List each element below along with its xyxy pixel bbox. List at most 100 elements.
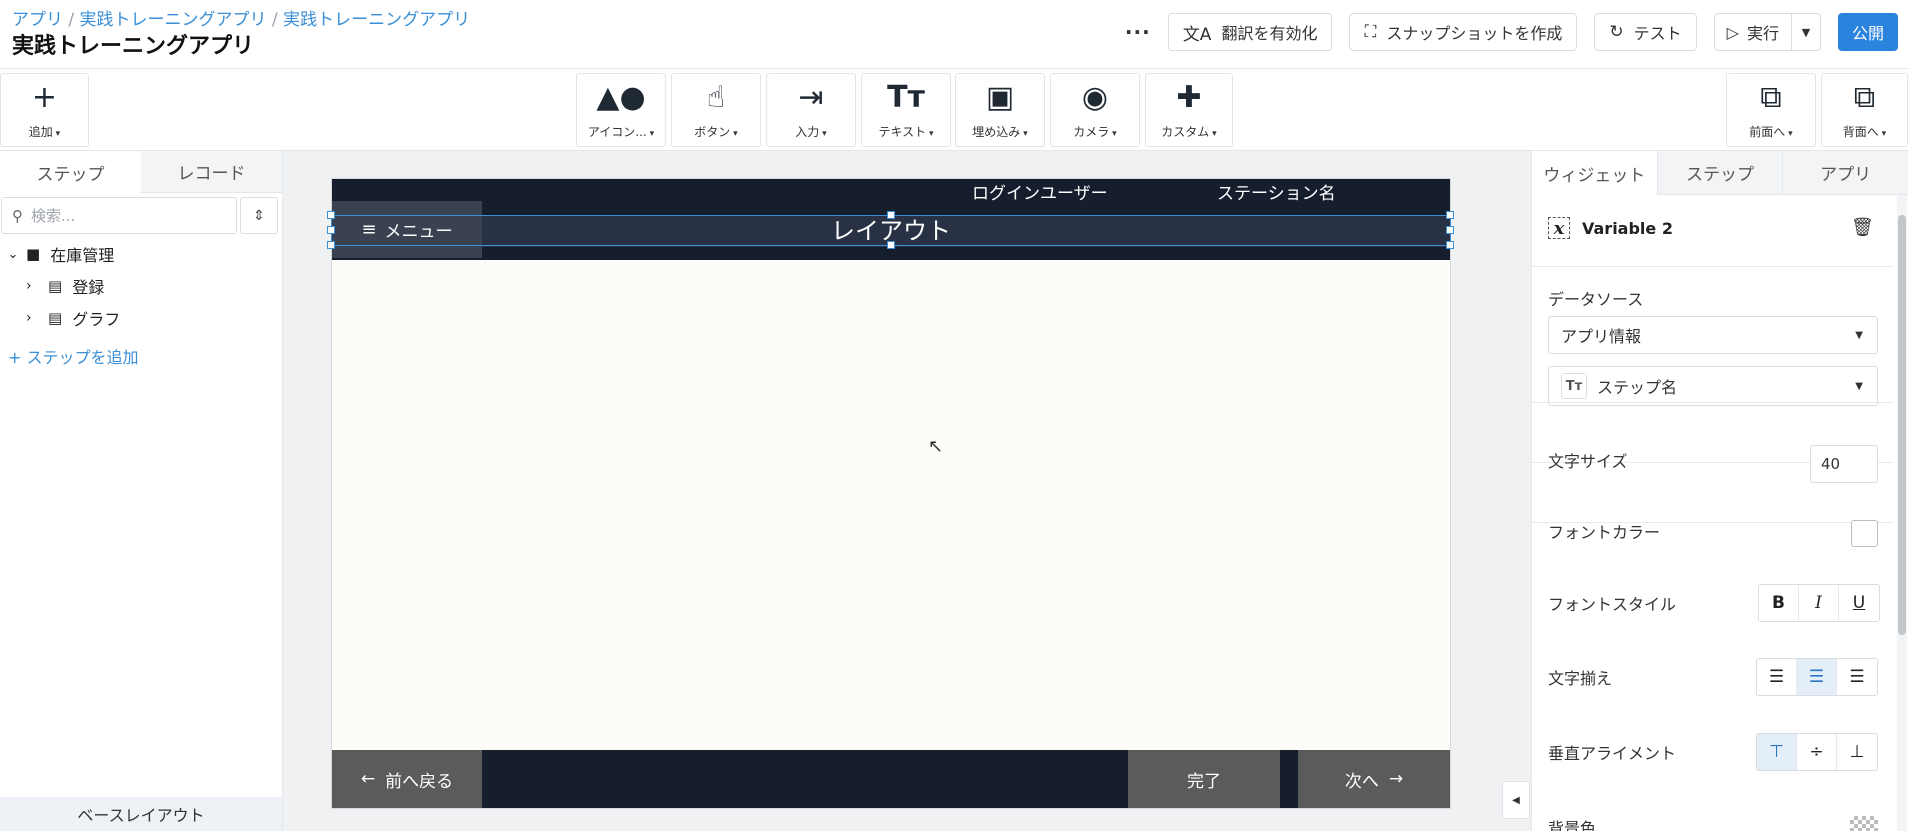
collapse-panel-button[interactable]: ◀ xyxy=(1502,781,1530,819)
prev-label: 前へ戻る xyxy=(385,771,454,792)
send-to-back-button[interactable]: ⧉ 背面へ xyxy=(1821,73,1908,147)
tree-step-register[interactable]: › ▤ 登録 xyxy=(26,272,104,300)
translate-button[interactable]: 文A 翻訳を有効化 xyxy=(1167,13,1333,51)
prev-button[interactable]: ← 前へ戻る xyxy=(332,750,482,808)
tool-embed-label: 埋め込み xyxy=(972,123,1027,140)
chevron-right-icon: › xyxy=(26,278,32,294)
variable-icon: x xyxy=(1548,217,1570,239)
left-panel: ステップ レコード ⚲ ⇕ ⌄ ■ 在庫管理 › ▤ 登録 › ▤ グラフ + … xyxy=(0,151,283,831)
add-widget-button[interactable]: + 追加 xyxy=(0,73,89,147)
valign-bottom-button[interactable]: ⊥ xyxy=(1837,734,1877,770)
resize-handle[interactable] xyxy=(327,211,335,219)
field-select[interactable]: Tт ステップ名 ▼ xyxy=(1548,366,1878,406)
trash-icon[interactable]: 🗑 xyxy=(1851,217,1874,238)
tree-folder[interactable]: ⌄ ■ 在庫管理 xyxy=(0,240,115,268)
font-style-label: フォントスタイル xyxy=(1548,595,1677,614)
run-label: 実行 xyxy=(1746,24,1779,43)
text-type-icon: Tт xyxy=(1561,373,1587,399)
bring-to-front-button[interactable]: ⧉ 前面へ xyxy=(1726,73,1816,147)
sort-toggle-button[interactable]: ⇕ xyxy=(240,197,278,234)
field-value: ステップ名 xyxy=(1597,378,1678,397)
align-center-button[interactable]: ☰ xyxy=(1797,659,1837,695)
add-step-label: ステップを追加 xyxy=(26,348,139,367)
step-label: グラフ xyxy=(72,310,121,329)
right-panel: ウィジェット ステップ アプリ x Variable 2 🗑 データソース アプ… xyxy=(1531,151,1908,831)
selection-outline xyxy=(327,211,1454,249)
tab-widget[interactable]: ウィジェット xyxy=(1532,151,1657,195)
tool-custom[interactable]: ✚ カスタム xyxy=(1145,73,1233,147)
variable-header: x Variable 2 xyxy=(1548,217,1673,239)
tab-records[interactable]: レコード xyxy=(141,151,282,193)
publish-button[interactable]: 公開 xyxy=(1837,13,1898,51)
resize-handle[interactable] xyxy=(887,241,895,249)
resize-handle[interactable] xyxy=(1446,226,1454,234)
tree-step-graph[interactable]: › ▤ グラフ xyxy=(26,304,120,332)
translate-label: 翻訳を有効化 xyxy=(1221,24,1318,43)
font-color-swatch[interactable] xyxy=(1851,520,1878,547)
step-icon: ▤ xyxy=(48,309,63,327)
snapshot-button[interactable]: ⛶ スナップショットを作成 xyxy=(1349,13,1578,51)
italic-button[interactable]: I xyxy=(1799,585,1839,621)
caret-down-icon: ▼ xyxy=(1855,329,1863,341)
search-box: ⚲ xyxy=(1,197,237,234)
bring-front-label: 前面へ xyxy=(1749,123,1792,140)
align-right-button[interactable]: ☰ xyxy=(1837,659,1877,695)
scrollbar-thumb[interactable] xyxy=(1898,215,1906,635)
data-source-value: アプリ情報 xyxy=(1561,327,1642,346)
resize-handle[interactable] xyxy=(327,226,335,234)
play-icon: ▷ xyxy=(1726,22,1739,42)
background-color-swatch[interactable] xyxy=(1850,816,1878,831)
resize-handle[interactable] xyxy=(887,211,895,219)
underline-button[interactable]: U xyxy=(1839,585,1879,621)
vertical-align-buttons: ⊤ ÷ ⊥ xyxy=(1756,733,1878,771)
resize-handle[interactable] xyxy=(327,241,335,249)
breadcrumb-app[interactable]: 実践トレーニングアプリ xyxy=(80,10,267,30)
vertical-align-label: 垂直アライメント xyxy=(1548,744,1677,763)
search-icon: ⚲ xyxy=(12,206,23,225)
breadcrumb: アプリ / 実践トレーニングアプリ / 実践トレーニングアプリ xyxy=(12,10,471,30)
tool-text[interactable]: Tт テキスト xyxy=(861,73,951,147)
run-options-dropdown[interactable]: ▼ xyxy=(1792,14,1820,50)
font-color-section xyxy=(1532,463,1894,523)
tool-button[interactable]: ☝ ボタン xyxy=(671,73,761,147)
send-back-label: 背面へ xyxy=(1843,123,1886,140)
text-align-buttons: ☰ ☰ ☰ xyxy=(1756,658,1878,696)
variable-name: Variable 2 xyxy=(1582,218,1673,238)
run-button[interactable]: ▷ 実行 xyxy=(1715,14,1792,50)
image-icon: ▣ xyxy=(985,79,1015,115)
font-style-buttons: B I U xyxy=(1758,584,1880,622)
snapshot-icon: ⛶ xyxy=(1364,22,1377,42)
bold-button[interactable]: B xyxy=(1759,585,1799,621)
tool-embed[interactable]: ▣ 埋め込み xyxy=(955,73,1045,147)
test-button[interactable]: ↻ テスト xyxy=(1594,13,1697,51)
more-options-button[interactable]: ··· xyxy=(1125,13,1151,51)
add-step-link[interactable]: + ステップを追加 xyxy=(8,344,139,368)
station-name-text[interactable]: ステーション名 xyxy=(1217,179,1336,204)
tab-step[interactable]: ステップ xyxy=(1656,151,1783,195)
align-left-button[interactable]: ☰ xyxy=(1757,659,1797,695)
tab-steps[interactable]: ステップ xyxy=(0,151,141,193)
done-button[interactable]: 完了 xyxy=(1128,750,1280,808)
right-panel-scrollbar[interactable] xyxy=(1897,195,1907,831)
send-back-icon: ⧉ xyxy=(1853,79,1876,115)
next-button[interactable]: 次へ → xyxy=(1298,750,1450,808)
resize-handle[interactable] xyxy=(1446,211,1454,219)
breadcrumb-apps[interactable]: アプリ xyxy=(12,10,63,30)
login-user-text[interactable]: ログインユーザー xyxy=(972,179,1108,204)
tool-input[interactable]: ⇥ 入力 xyxy=(766,73,856,147)
base-layout-button[interactable]: ベースレイアウト xyxy=(0,797,282,831)
search-row: ⚲ ⇕ xyxy=(0,193,282,237)
valign-middle-button[interactable]: ÷ xyxy=(1797,734,1837,770)
search-input[interactable] xyxy=(31,206,211,225)
data-source-select[interactable]: アプリ情報 ▼ xyxy=(1548,316,1878,354)
tool-camera[interactable]: ◉ カメラ xyxy=(1050,73,1140,147)
valign-top-button[interactable]: ⊤ xyxy=(1757,734,1797,770)
done-label: 完了 xyxy=(1187,771,1221,792)
app-screen-preview[interactable]: ログインユーザー ステーション名 ≡ メニュー レイアウト ← 前へ戻る 完了 … xyxy=(327,179,1454,808)
widget-toolbar: + 追加 ▲● アイコン... ☝ ボタン ⇥ 入力 Tт テキスト ▣ 埋め込… xyxy=(0,69,1908,151)
input-icon: ⇥ xyxy=(798,79,824,115)
breadcrumb-app-version[interactable]: 実践トレーニングアプリ xyxy=(283,10,470,30)
resize-handle[interactable] xyxy=(1446,241,1454,249)
tab-app[interactable]: アプリ xyxy=(1782,151,1908,195)
tool-icon[interactable]: ▲● アイコン... xyxy=(576,73,666,147)
